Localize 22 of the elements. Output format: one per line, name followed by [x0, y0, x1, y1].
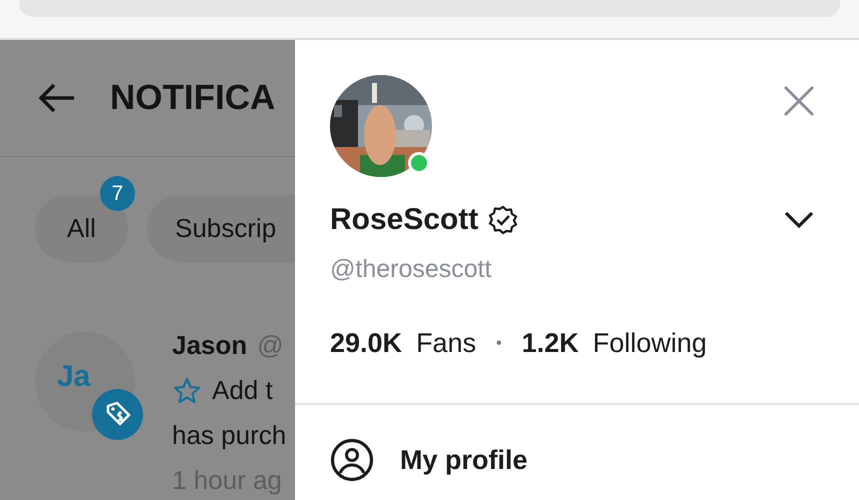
sender-handle: @: [257, 329, 284, 362]
chevron-down-icon[interactable]: [783, 210, 815, 230]
following-label[interactable]: Following: [592, 328, 707, 359]
user-circle-icon: [330, 438, 374, 482]
menu-item[interactable]: My profile: [330, 438, 859, 482]
price-tag-icon: [92, 389, 143, 440]
notification-text: has purch: [172, 419, 286, 452]
page-title: NOTIFICA: [110, 78, 276, 118]
following-count: 1.2K: [522, 328, 579, 359]
separator-dot: •: [496, 334, 502, 352]
fans-count: 29.0K: [330, 328, 402, 359]
profile-name: RoseScott: [330, 203, 478, 237]
fans-label[interactable]: Fans: [416, 328, 476, 359]
back-arrow-icon[interactable]: [38, 83, 76, 113]
avatar-initials: Ja: [57, 360, 90, 394]
count-badge: 7: [100, 176, 135, 211]
notification-text: Add t: [212, 374, 273, 407]
close-icon[interactable]: [783, 85, 815, 117]
profile-handle: @therosescott: [329, 254, 493, 284]
star-icon: [172, 376, 202, 406]
filter-chip[interactable]: Subscrip: [147, 195, 295, 262]
sender-name: Jason: [172, 329, 248, 362]
